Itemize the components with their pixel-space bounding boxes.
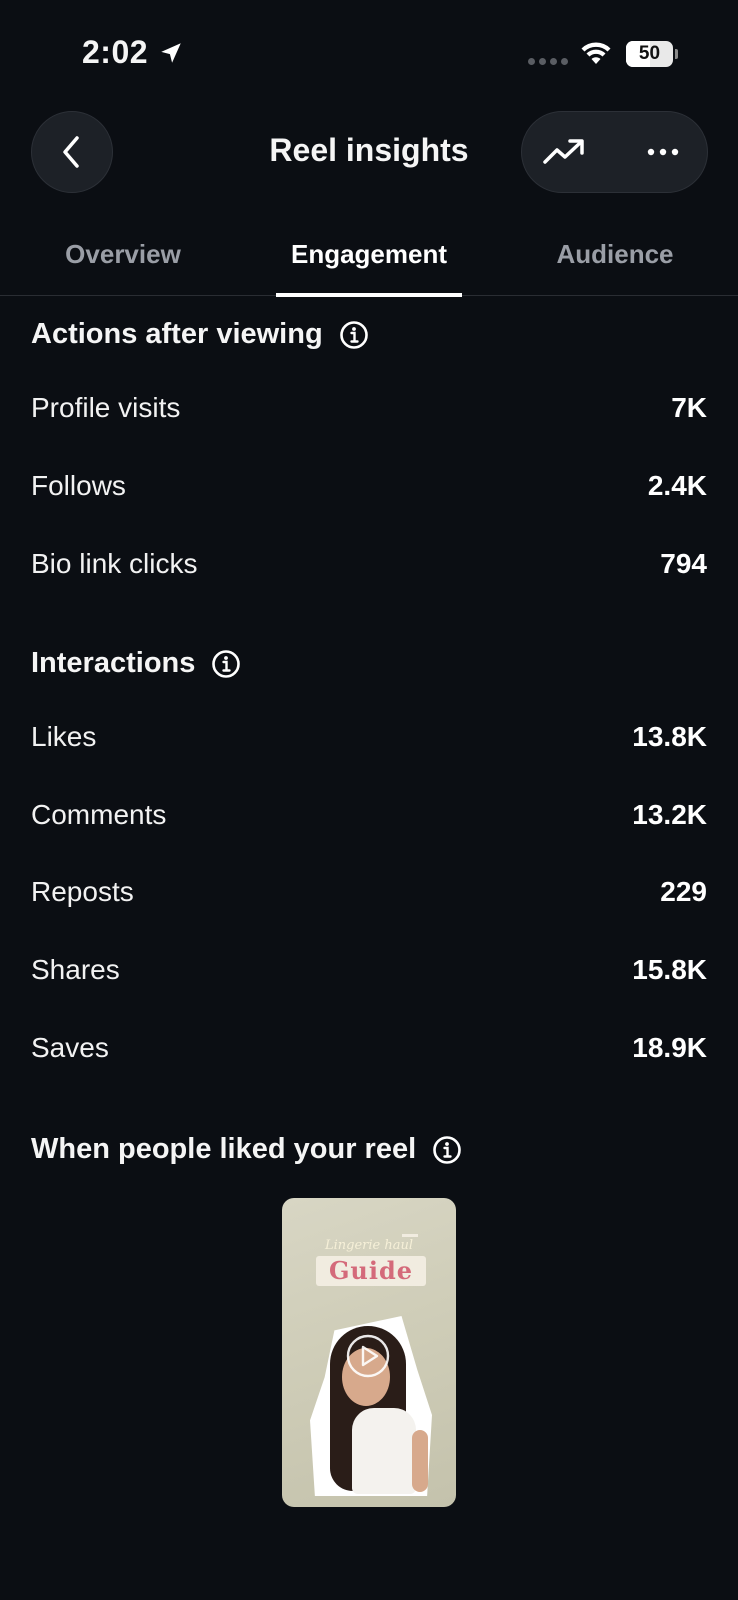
info-icon[interactable] — [339, 320, 369, 350]
metric-row-likes: Likes 13.8K — [31, 717, 707, 757]
metric-value: 18.9K — [632, 1032, 707, 1063]
section-title: When people liked your reel — [31, 1133, 417, 1165]
tab-engagement[interactable]: Engagement — [276, 232, 462, 297]
metric-row-follows: Follows 2.4K — [31, 466, 707, 506]
location-arrow-icon — [161, 43, 181, 63]
interactions-heading: Interactions — [31, 647, 241, 680]
metric-value: 7K — [671, 392, 707, 423]
trending-up-icon — [543, 139, 584, 164]
metric-label: Profile visits — [31, 392, 181, 423]
more-horizontal-icon — [647, 148, 679, 156]
metric-value: 794 — [660, 548, 707, 579]
metric-row-shares: Shares 15.8K — [31, 950, 707, 990]
metric-row-profile-visits: Profile visits 7K — [31, 388, 707, 428]
more-options-button[interactable] — [636, 132, 690, 172]
metric-row-comments: Comments 13.2K — [31, 795, 707, 835]
info-icon[interactable] — [211, 649, 241, 679]
battery-level: 50 — [638, 43, 661, 64]
reel-insights-screen: 2:02 50 Reel insights Overview Engagemen… — [0, 0, 738, 1600]
thumbnail-subtitle: Lingerie haul — [324, 1238, 414, 1253]
trend-button[interactable] — [540, 132, 588, 172]
play-icon — [346, 1334, 390, 1378]
metric-label: Shares — [31, 954, 120, 985]
metric-label: Reposts — [31, 876, 134, 907]
metric-label: Bio link clicks — [31, 548, 198, 579]
metric-label: Likes — [31, 721, 97, 752]
status-time: 2:02 — [82, 34, 149, 70]
metric-value: 2.4K — [647, 470, 707, 501]
active-tab-indicator — [276, 293, 462, 297]
metric-label: Saves — [31, 1032, 109, 1063]
tab-audience-label: Audience — [556, 239, 674, 269]
info-icon[interactable] — [432, 1135, 462, 1165]
section-title: Actions after viewing — [31, 318, 323, 350]
metric-value: 13.8K — [632, 721, 707, 752]
section-title: Interactions — [31, 647, 196, 679]
actions-after-viewing-heading: Actions after viewing — [31, 318, 369, 351]
metric-value: 13.2K — [632, 799, 707, 830]
thumbnail-title: Guide — [316, 1256, 426, 1286]
metric-value: 229 — [660, 876, 707, 907]
metric-label: Follows — [31, 470, 126, 501]
metric-value: 15.8K — [632, 954, 707, 985]
cellular-signal-icon — [528, 58, 568, 65]
metric-row-reposts: Reposts 229 — [31, 872, 707, 912]
metric-row-saves: Saves 18.9K — [31, 1028, 707, 1068]
battery-indicator: 50 — [626, 41, 678, 67]
header-actions — [521, 111, 708, 193]
likes-timing-heading: When people liked your reel — [31, 1133, 462, 1166]
metric-row-bio-link-clicks: Bio link clicks 794 — [31, 544, 707, 584]
tab-engagement-label: Engagement — [290, 239, 448, 269]
metric-label: Comments — [31, 799, 167, 830]
tab-bar: Overview Engagement Audience — [0, 232, 738, 297]
thumbnail-person-shirt — [352, 1408, 416, 1494]
wifi-icon — [581, 42, 611, 64]
thumbnail-person-arm — [412, 1430, 428, 1492]
reel-thumbnail[interactable]: Lingerie haul Guide — [282, 1198, 456, 1507]
tab-audience[interactable]: Audience — [534, 232, 696, 296]
status-bar: 2:02 50 — [0, 0, 738, 100]
tab-overview[interactable]: Overview — [34, 232, 212, 296]
tab-overview-label: Overview — [65, 239, 181, 269]
